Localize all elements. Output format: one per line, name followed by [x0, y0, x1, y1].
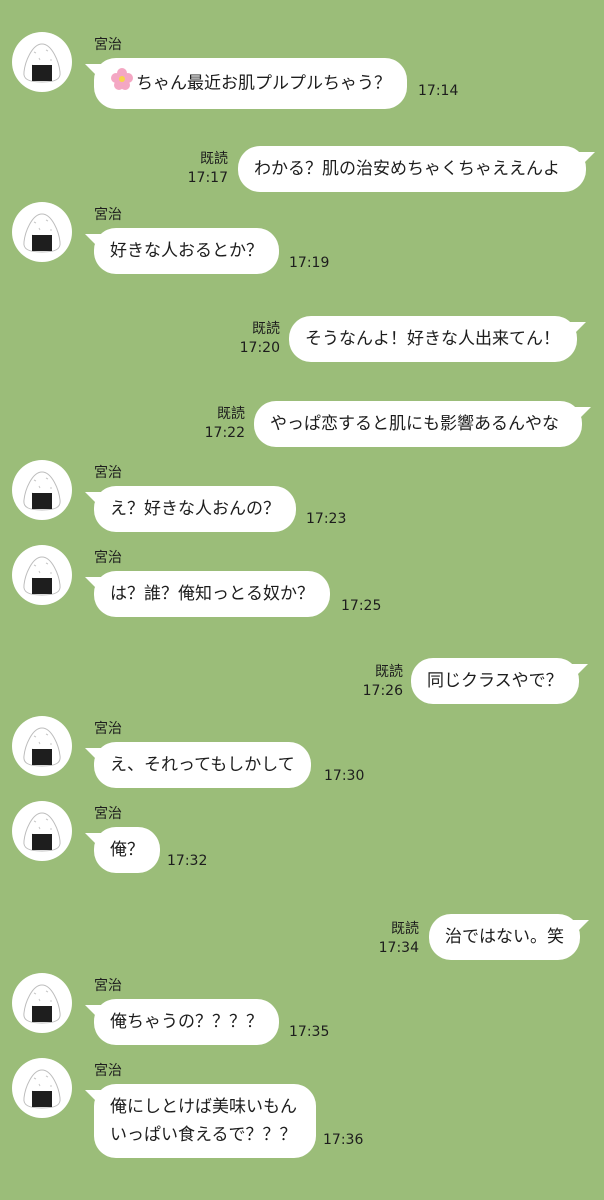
message-bubble[interactable]: 俺にしとけば美味いもん いっぱい食えるで？？？ [94, 1084, 316, 1158]
flower-icon [110, 67, 134, 100]
message-text: え？好きな人おんの？ [110, 499, 280, 519]
message-text: 治ではない。笑 [445, 927, 564, 947]
message-meta: 既読 17:20 [232, 320, 280, 358]
message-text: 俺ちゃうの？？？？ [110, 1012, 263, 1032]
timestamp: 17:19 [289, 255, 330, 271]
message-bubble[interactable]: 俺？ [94, 827, 160, 873]
sender-name: 宮治 [94, 1063, 122, 1079]
message-text-line: いっぱい食えるで？？？ [110, 1125, 297, 1145]
message-bubble[interactable]: え、それってもしかして [94, 742, 311, 788]
onigiri-icon[interactable] [12, 716, 72, 776]
timestamp: 17:25 [341, 598, 382, 614]
message-text: 好きな人おるとか？ [110, 241, 263, 261]
message-bubble[interactable]: 好きな人おるとか？ [94, 228, 279, 274]
message-text: そうなんよ！好きな人出来てん！ [305, 329, 560, 349]
timestamp: 17:34 [378, 940, 419, 956]
timestamp: 17:32 [167, 853, 208, 869]
onigiri-icon[interactable] [12, 973, 72, 1033]
sender-name: 宮治 [94, 978, 122, 994]
onigiri-icon[interactable] [12, 202, 72, 262]
message-bubble[interactable]: 俺ちゃうの？？？？ [94, 999, 279, 1045]
message-meta: 既読 17:26 [355, 663, 403, 701]
message-text: ちゃん最近お肌プルプルちゃう？ [136, 73, 391, 94]
sender-name: 宮治 [94, 550, 122, 566]
message-bubble[interactable]: は？誰？俺知っとる奴か？ [94, 571, 330, 617]
sender-name: 宮治 [94, 465, 122, 481]
onigiri-icon[interactable] [12, 801, 72, 861]
onigiri-icon[interactable] [12, 460, 72, 520]
sender-name: 宮治 [94, 721, 122, 737]
message-text: わかる？肌の治安めちゃくちゃええんよ [254, 159, 560, 179]
sender-name: 宮治 [94, 37, 122, 53]
message-bubble[interactable]: やっぱ恋すると肌にも影響あるんやな [254, 401, 582, 447]
message-text: え、それってもしかして [110, 755, 295, 775]
read-receipt: 既読 [375, 664, 403, 680]
timestamp: 17:35 [289, 1024, 330, 1040]
read-receipt: 既読 [217, 406, 245, 422]
onigiri-icon[interactable] [12, 32, 72, 92]
message-bubble[interactable]: 同じクラスやで？ [411, 658, 579, 704]
timestamp: 17:23 [306, 511, 347, 527]
onigiri-icon[interactable] [12, 1058, 72, 1118]
read-receipt: 既読 [391, 921, 419, 937]
sender-name: 宮治 [94, 806, 122, 822]
sender-name: 宮治 [94, 207, 122, 223]
message-bubble[interactable]: わかる？肌の治安めちゃくちゃええんよ [238, 146, 586, 192]
message-text-line: 俺にしとけば美味いもん [110, 1097, 297, 1117]
read-receipt: 既読 [200, 151, 228, 167]
timestamp: 17:22 [204, 425, 245, 441]
message-bubble[interactable]: 治ではない。笑 [429, 914, 580, 960]
message-meta: 既読 17:22 [197, 405, 245, 443]
chat-screen: { "contact": { "name": "宮治", "avatar_ico… [0, 0, 604, 1200]
timestamp: 17:30 [324, 768, 365, 784]
message-text: 俺？ [110, 840, 144, 860]
message-text: 同じクラスやで？ [427, 671, 563, 691]
message-meta: 既読 17:17 [180, 150, 228, 188]
message-bubble[interactable]: え？好きな人おんの？ [94, 486, 296, 532]
read-receipt: 既読 [252, 321, 280, 337]
message-bubble[interactable]: ちゃん最近お肌プルプルちゃう？ [94, 58, 407, 109]
message-bubble[interactable]: そうなんよ！好きな人出来てん！ [289, 316, 577, 362]
timestamp: 17:17 [187, 170, 228, 186]
message-meta: 既読 17:34 [371, 920, 419, 958]
timestamp: 17:26 [362, 683, 403, 699]
timestamp: 17:20 [239, 340, 280, 356]
onigiri-icon[interactable] [12, 545, 72, 605]
message-text: やっぱ恋すると肌にも影響あるんやな [270, 414, 559, 434]
message-text: は？誰？俺知っとる奴か？ [110, 584, 314, 604]
timestamp: 17:36 [323, 1132, 364, 1148]
timestamp: 17:14 [418, 83, 459, 99]
